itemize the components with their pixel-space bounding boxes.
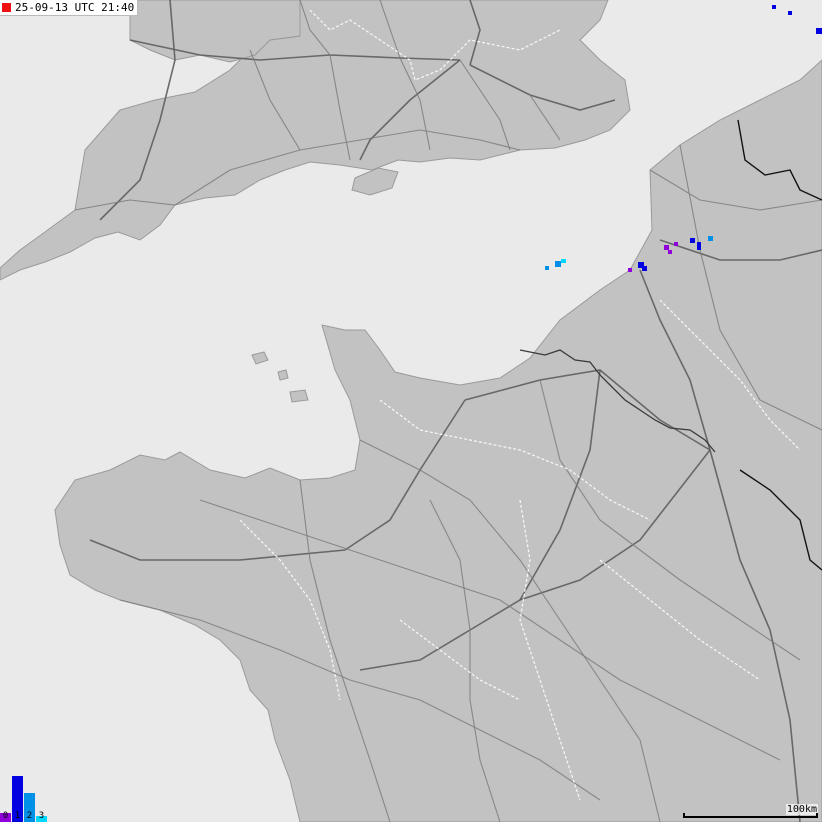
timestamp-text: 25-09-13 UTC 21:40 [15,1,135,14]
scale-line [683,813,818,818]
legend-label-3: 3 [38,811,45,821]
live-indicator-icon [2,3,11,12]
land-isle-of-wight [351,167,399,196]
strike-age-legend: 0123 [0,772,48,822]
legend-label-0: 0 [2,811,9,821]
map-canvas[interactable] [0,0,822,822]
timestamp-bar: 25-09-13 UTC 21:40 [0,0,139,16]
scale-bar: 100km [683,804,818,818]
legend-label-2: 2 [26,811,33,821]
legend-label-1: 1 [14,811,21,821]
land-channel-islands [251,351,309,403]
